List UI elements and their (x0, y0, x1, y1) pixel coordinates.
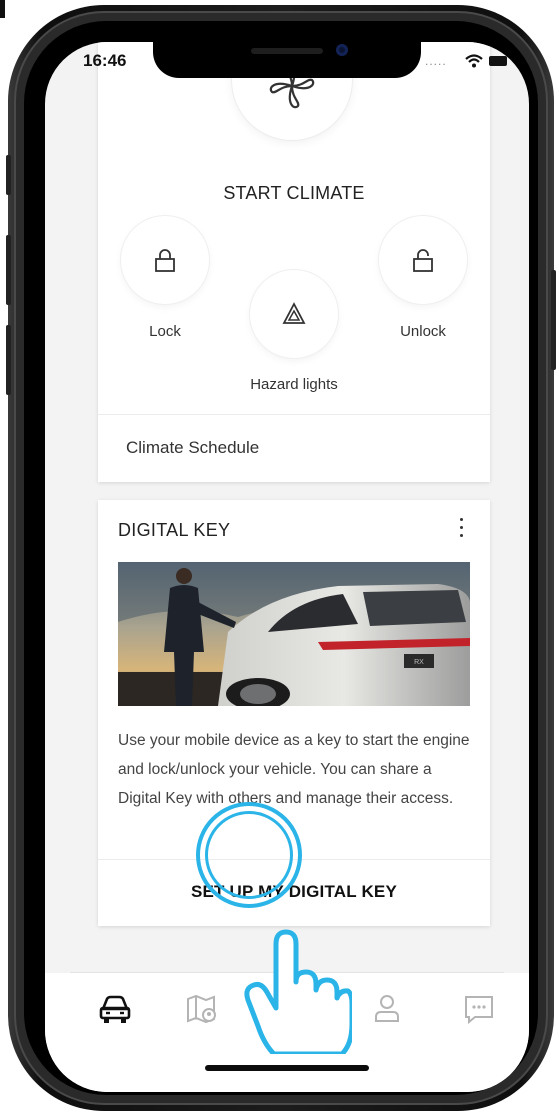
volume-up-button (6, 235, 11, 305)
battery-icon (489, 56, 507, 66)
hazard-icon (282, 302, 306, 324)
cursor-artifact (0, 0, 5, 18)
remote-controls-card: START CLIMATE Lock Unlock Hazard lights … (98, 42, 490, 482)
front-camera (336, 44, 348, 56)
tab-profile[interactable] (367, 991, 407, 1027)
lock-button[interactable] (121, 216, 209, 304)
wifi-icon (465, 54, 483, 73)
digital-key-title: DIGITAL KEY (118, 520, 231, 540)
tab-vehicle[interactable] (95, 991, 135, 1027)
digital-key-description: Use your mobile device as a key to start… (118, 732, 470, 807)
home-indicator[interactable] (205, 1065, 369, 1071)
divider (98, 414, 490, 415)
notch (153, 42, 421, 78)
earpiece-speaker (251, 48, 323, 54)
start-climate-label[interactable]: START CLIMATE (98, 183, 490, 204)
signal-icon: ..... (425, 54, 447, 68)
unlock-button[interactable] (379, 216, 467, 304)
profile-icon (375, 995, 399, 1022)
chat-icon (465, 996, 493, 1025)
plate-text: RX (414, 659, 424, 666)
digital-key-hero-image: RX (118, 562, 470, 706)
hazard-lights-button[interactable] (250, 270, 338, 358)
tab-chat[interactable] (459, 991, 499, 1027)
status-time: 16:46 (83, 51, 127, 70)
car-icon (99, 995, 131, 1023)
unlock-label: Unlock (400, 323, 446, 340)
mute-switch (6, 155, 11, 195)
pointing-hand-icon (212, 874, 355, 1059)
volume-down-button (6, 325, 11, 395)
lock-icon (155, 249, 175, 272)
lock-label: Lock (149, 323, 181, 340)
unlock-icon (413, 249, 433, 272)
power-button (551, 270, 556, 370)
more-options-icon[interactable] (452, 516, 470, 540)
hazard-lights-label: Hazard lights (250, 376, 338, 393)
climate-schedule-link[interactable]: Climate Schedule (126, 438, 259, 458)
